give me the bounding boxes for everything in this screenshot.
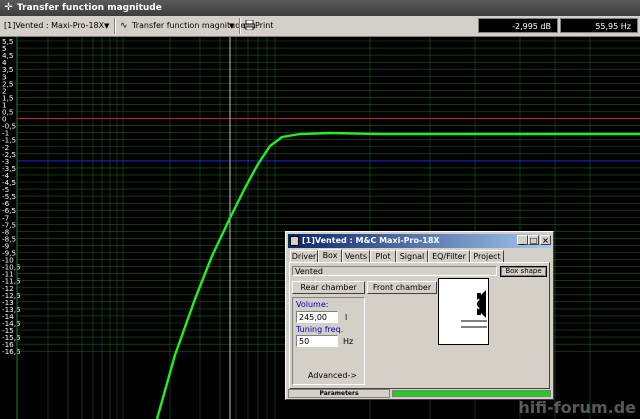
box-shape-button[interactable]: Box shape (500, 266, 547, 277)
rear-chamber-button[interactable]: Rear chamber (292, 281, 365, 294)
advanced-button[interactable]: Advanced-> (308, 371, 357, 380)
window-title: Transfer function magnitude (17, 3, 162, 13)
tuning-unit: Hz (343, 337, 354, 346)
tab-project[interactable]: Project (470, 250, 504, 262)
main-title-bar: ✛ Transfer function magnitude (0, 0, 640, 16)
box-type-field[interactable]: Vented (292, 266, 497, 276)
dialog-title-bar[interactable]: [1]Vented : M&C Maxi-Pro-18X _ □ × (288, 234, 551, 248)
status-bar: Parameters (288, 389, 551, 398)
toolbar-separator (114, 18, 116, 34)
box-tab-page: Vented Box shape Rear chamber Front cham… (289, 262, 550, 389)
volume-label: Volume: (296, 300, 329, 309)
minimize-button[interactable]: _ (517, 235, 528, 245)
tab-plot[interactable]: Plot (370, 250, 396, 262)
box-dialog: [1]Vented : M&C Maxi-Pro-18X _ □ × Drive… (285, 231, 554, 400)
hz-readout: 55,95 Hz (560, 18, 638, 33)
dialog-title: [1]Vented : M&C Maxi-Pro-18X (302, 236, 440, 245)
tab-eq-filter[interactable]: EQ/Filter (428, 250, 470, 262)
tab-vents[interactable]: Vents (342, 250, 370, 262)
tuning-label: Tuning freq. (296, 325, 344, 334)
project-select[interactable]: [1]Vented : Maxi-Pro-18X (4, 19, 104, 33)
watermark: hifi-forum.de (518, 398, 636, 417)
volume-unit: l (345, 313, 348, 322)
rear-chamber-group: Volume: 245,00 l Tuning freq. 50 Hz Adva… (292, 297, 365, 385)
print-label: Print (255, 21, 274, 30)
tab-driver[interactable]: Driver (290, 250, 318, 262)
toolbar-separator (239, 18, 241, 34)
app-window: ✛ Transfer function magnitude [1]Vented … (0, 0, 640, 419)
parameters-label: Parameters (288, 389, 390, 398)
speaker-box-icon (461, 290, 487, 328)
tab-box[interactable]: Box (318, 249, 342, 262)
printer-icon (244, 19, 255, 31)
tab-strip: Driver Box Vents Plot Signal EQ/Filter P… (288, 249, 551, 262)
tuning-input[interactable]: 50 (296, 335, 338, 347)
tab-signal[interactable]: Signal (396, 250, 428, 262)
front-chamber-button[interactable]: Front chamber (367, 281, 437, 294)
y-tick-label: -16,5 (2, 347, 21, 356)
wave-icon: ∿ (120, 21, 128, 31)
toolbar: [1]Vented : Maxi-Pro-18X ▼ ∿ Transfer fu… (0, 16, 640, 37)
db-readout: -2,995 dB (478, 18, 558, 33)
chevron-down-icon[interactable]: ▼ (104, 19, 109, 33)
crosshair-icon: ✛ (4, 2, 13, 13)
print-button[interactable]: Print (244, 19, 273, 33)
chevron-down-icon[interactable]: ▼ (229, 19, 234, 33)
status-progress-bar (392, 390, 551, 397)
box-schematic (438, 278, 489, 345)
speaker-icon (290, 236, 299, 246)
maximize-button[interactable]: □ (528, 235, 539, 245)
close-button[interactable]: × (540, 235, 551, 245)
volume-input[interactable]: 245,00 (296, 311, 338, 323)
